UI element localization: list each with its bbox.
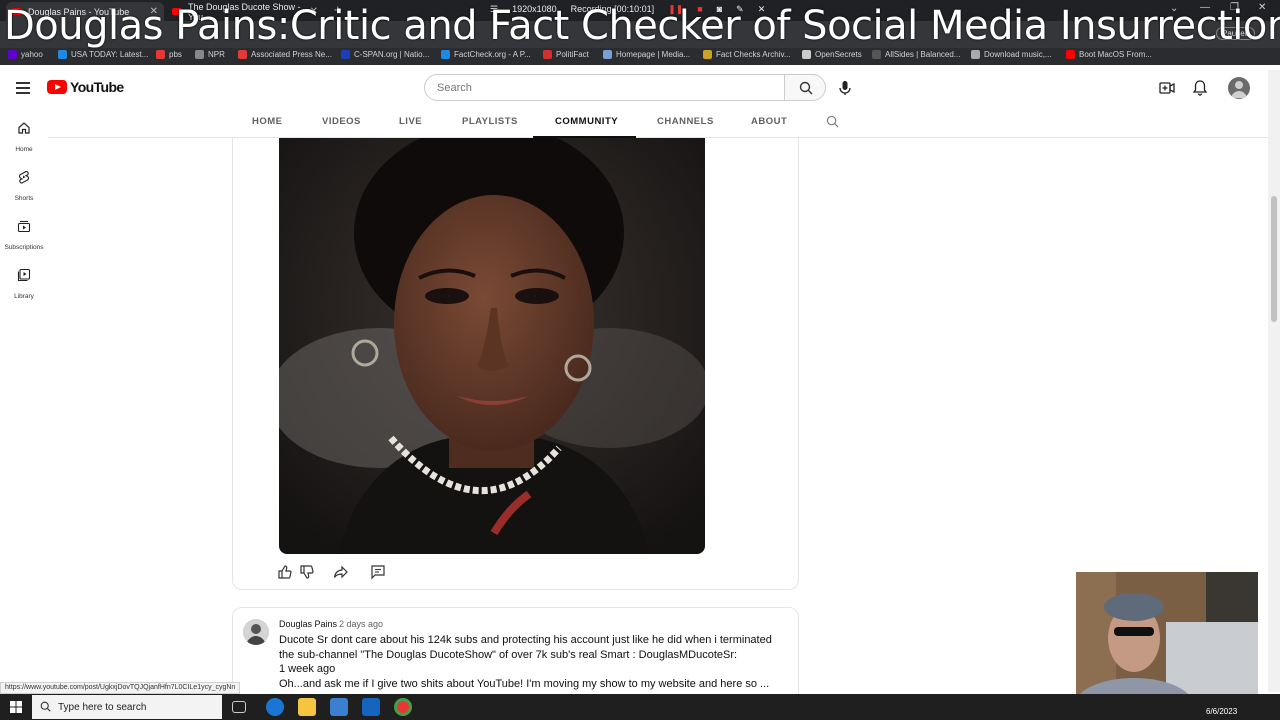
account-avatar[interactable]: [1228, 77, 1250, 99]
bookmark-favicon-icon: [195, 50, 204, 59]
share-icon[interactable]: [333, 564, 349, 580]
like-icon[interactable]: [277, 564, 293, 580]
chrome-browser-icon[interactable]: [394, 698, 412, 716]
search-icon: [799, 81, 813, 95]
bookmark-item[interactable]: NPR: [195, 50, 225, 59]
webcam-feed: [1076, 572, 1258, 706]
bookmark-item[interactable]: Boot MacOS From...: [1066, 50, 1152, 59]
bookmark-item[interactable]: Homepage | Media...: [603, 50, 690, 59]
bookmark-favicon-icon: [341, 50, 350, 59]
user-avatar-icon: [243, 619, 269, 645]
bookmark-favicon-icon: [1066, 50, 1075, 59]
tab-playlists[interactable]: PLAYLISTS: [462, 116, 518, 127]
comment-icon[interactable]: [370, 564, 386, 580]
bookmark-item[interactable]: AllSides | Balanced...: [872, 50, 960, 59]
edge-browser-icon[interactable]: [266, 698, 284, 716]
bookmark-item[interactable]: pbs: [156, 50, 182, 59]
bookmark-favicon-icon: [238, 50, 247, 59]
user-avatar-icon: [1231, 81, 1247, 98]
link-status-bar: https://www.youtube.com/post/UgkxjDovTQJ…: [0, 682, 241, 694]
nav-subscriptions[interactable]: Subscriptions: [0, 219, 48, 254]
nav-subscriptions-label: Subscriptions: [4, 244, 44, 251]
youtube-logo[interactable]: YouTube: [47, 79, 124, 95]
channel-tabs: HOME VIDEOS LIVE PLAYLISTS COMMUNITY CHA…: [0, 110, 1280, 138]
bookmark-favicon-icon: [441, 50, 450, 59]
library-icon: [17, 268, 31, 282]
webcam-overlay: [1076, 572, 1258, 706]
bookmark-item[interactable]: Associated Press Ne...: [238, 50, 332, 59]
channel-search-icon[interactable]: [826, 115, 839, 128]
store-icon[interactable]: [330, 698, 348, 716]
post-timestamp[interactable]: 2 days ago: [339, 619, 383, 629]
taskbar-search-box[interactable]: Type here to search: [32, 695, 222, 719]
tab-home[interactable]: HOME: [252, 116, 283, 127]
bookmark-item[interactable]: Download music,...: [971, 50, 1052, 59]
tab-about[interactable]: ABOUT: [751, 116, 787, 127]
task-view-icon[interactable]: [232, 701, 246, 713]
nav-home[interactable]: Home: [0, 121, 48, 156]
taskbar-date: 6/6/2023: [1206, 707, 1238, 716]
nav-shorts[interactable]: Shorts: [0, 170, 48, 205]
post-text-line: Ducote Sr dont care about his 124k subs …: [279, 634, 772, 646]
nav-library-label: Library: [14, 293, 34, 300]
bookmark-item[interactable]: C-SPAN.org | Natio...: [341, 50, 429, 59]
bookmark-item[interactable]: USA TODAY: Latest...: [58, 50, 148, 59]
bookmarks-bar: yahoo USA TODAY: Latest... pbs NPR Assoc…: [0, 48, 1280, 65]
bookmark-favicon-icon: [872, 50, 881, 59]
search-icon: [40, 701, 51, 712]
post-text-line: 1 week ago: [279, 663, 336, 675]
post-author[interactable]: Douglas Pains: [279, 619, 337, 629]
home-icon: [18, 122, 30, 134]
post-image[interactable]: [279, 138, 705, 554]
taskbar-search-placeholder: Type here to search: [58, 701, 147, 713]
notifications-bell-icon[interactable]: [1191, 79, 1209, 97]
bookmark-item[interactable]: PolitiFact: [543, 50, 589, 59]
subscriptions-icon: [17, 220, 31, 233]
tab-channels[interactable]: CHANNELS: [657, 116, 714, 127]
bookmark-favicon-icon: [703, 50, 712, 59]
page-scrollbar[interactable]: [1268, 70, 1280, 692]
bookmark-favicon-icon: [543, 50, 552, 59]
bookmark-item[interactable]: OpenSecrets: [802, 50, 862, 59]
youtube-play-icon: [47, 80, 67, 94]
menu-icon[interactable]: [16, 82, 30, 94]
youtube-logo-text: YouTube: [70, 79, 124, 95]
tab-videos[interactable]: VIDEOS: [322, 116, 361, 127]
bookmark-item[interactable]: FactCheck.org - A P...: [441, 50, 531, 59]
search-button[interactable]: [784, 74, 826, 101]
dislike-icon[interactable]: [299, 564, 315, 580]
post-text-line: Oh...and ask me if I give two shits abou…: [279, 678, 770, 690]
portrait-photo: [279, 138, 705, 554]
post-text-line: the sub-channel "The Douglas DucoteShow"…: [279, 649, 738, 661]
mail-icon[interactable]: [362, 698, 380, 716]
youtube-header: YouTube: [0, 66, 1280, 110]
bookmark-item[interactable]: yahoo: [8, 50, 43, 59]
nav-shorts-label: Shorts: [14, 195, 34, 202]
shorts-icon: [18, 170, 30, 184]
bookmark-item[interactable]: Fact Checks Archiv...: [703, 50, 791, 59]
bookmark-favicon-icon: [8, 50, 17, 59]
bookmark-favicon-icon: [971, 50, 980, 59]
tab-live[interactable]: LIVE: [399, 116, 422, 127]
bookmark-favicon-icon: [603, 50, 612, 59]
tab-community[interactable]: COMMUNITY: [555, 116, 618, 127]
search-input[interactable]: [424, 74, 785, 101]
file-explorer-icon[interactable]: [298, 698, 316, 716]
left-nav-rail: Home Shorts Subscriptions Library: [0, 110, 48, 690]
bookmark-favicon-icon: [802, 50, 811, 59]
bookmark-favicon-icon: [156, 50, 165, 59]
create-video-icon[interactable]: [1158, 79, 1176, 97]
nav-home-label: Home: [15, 146, 33, 153]
video-overlay-title: Douglas Pains:Critic and Fact Checker of…: [4, 3, 1280, 49]
bookmark-favicon-icon: [58, 50, 67, 59]
author-avatar[interactable]: [243, 619, 269, 645]
nav-library[interactable]: Library: [0, 268, 48, 303]
windows-start-icon[interactable]: [10, 701, 22, 713]
microphone-icon[interactable]: [836, 79, 854, 97]
windows-taskbar: Type here to search 6/6/2023: [0, 694, 1280, 720]
scrollbar-thumb[interactable]: [1271, 196, 1277, 322]
